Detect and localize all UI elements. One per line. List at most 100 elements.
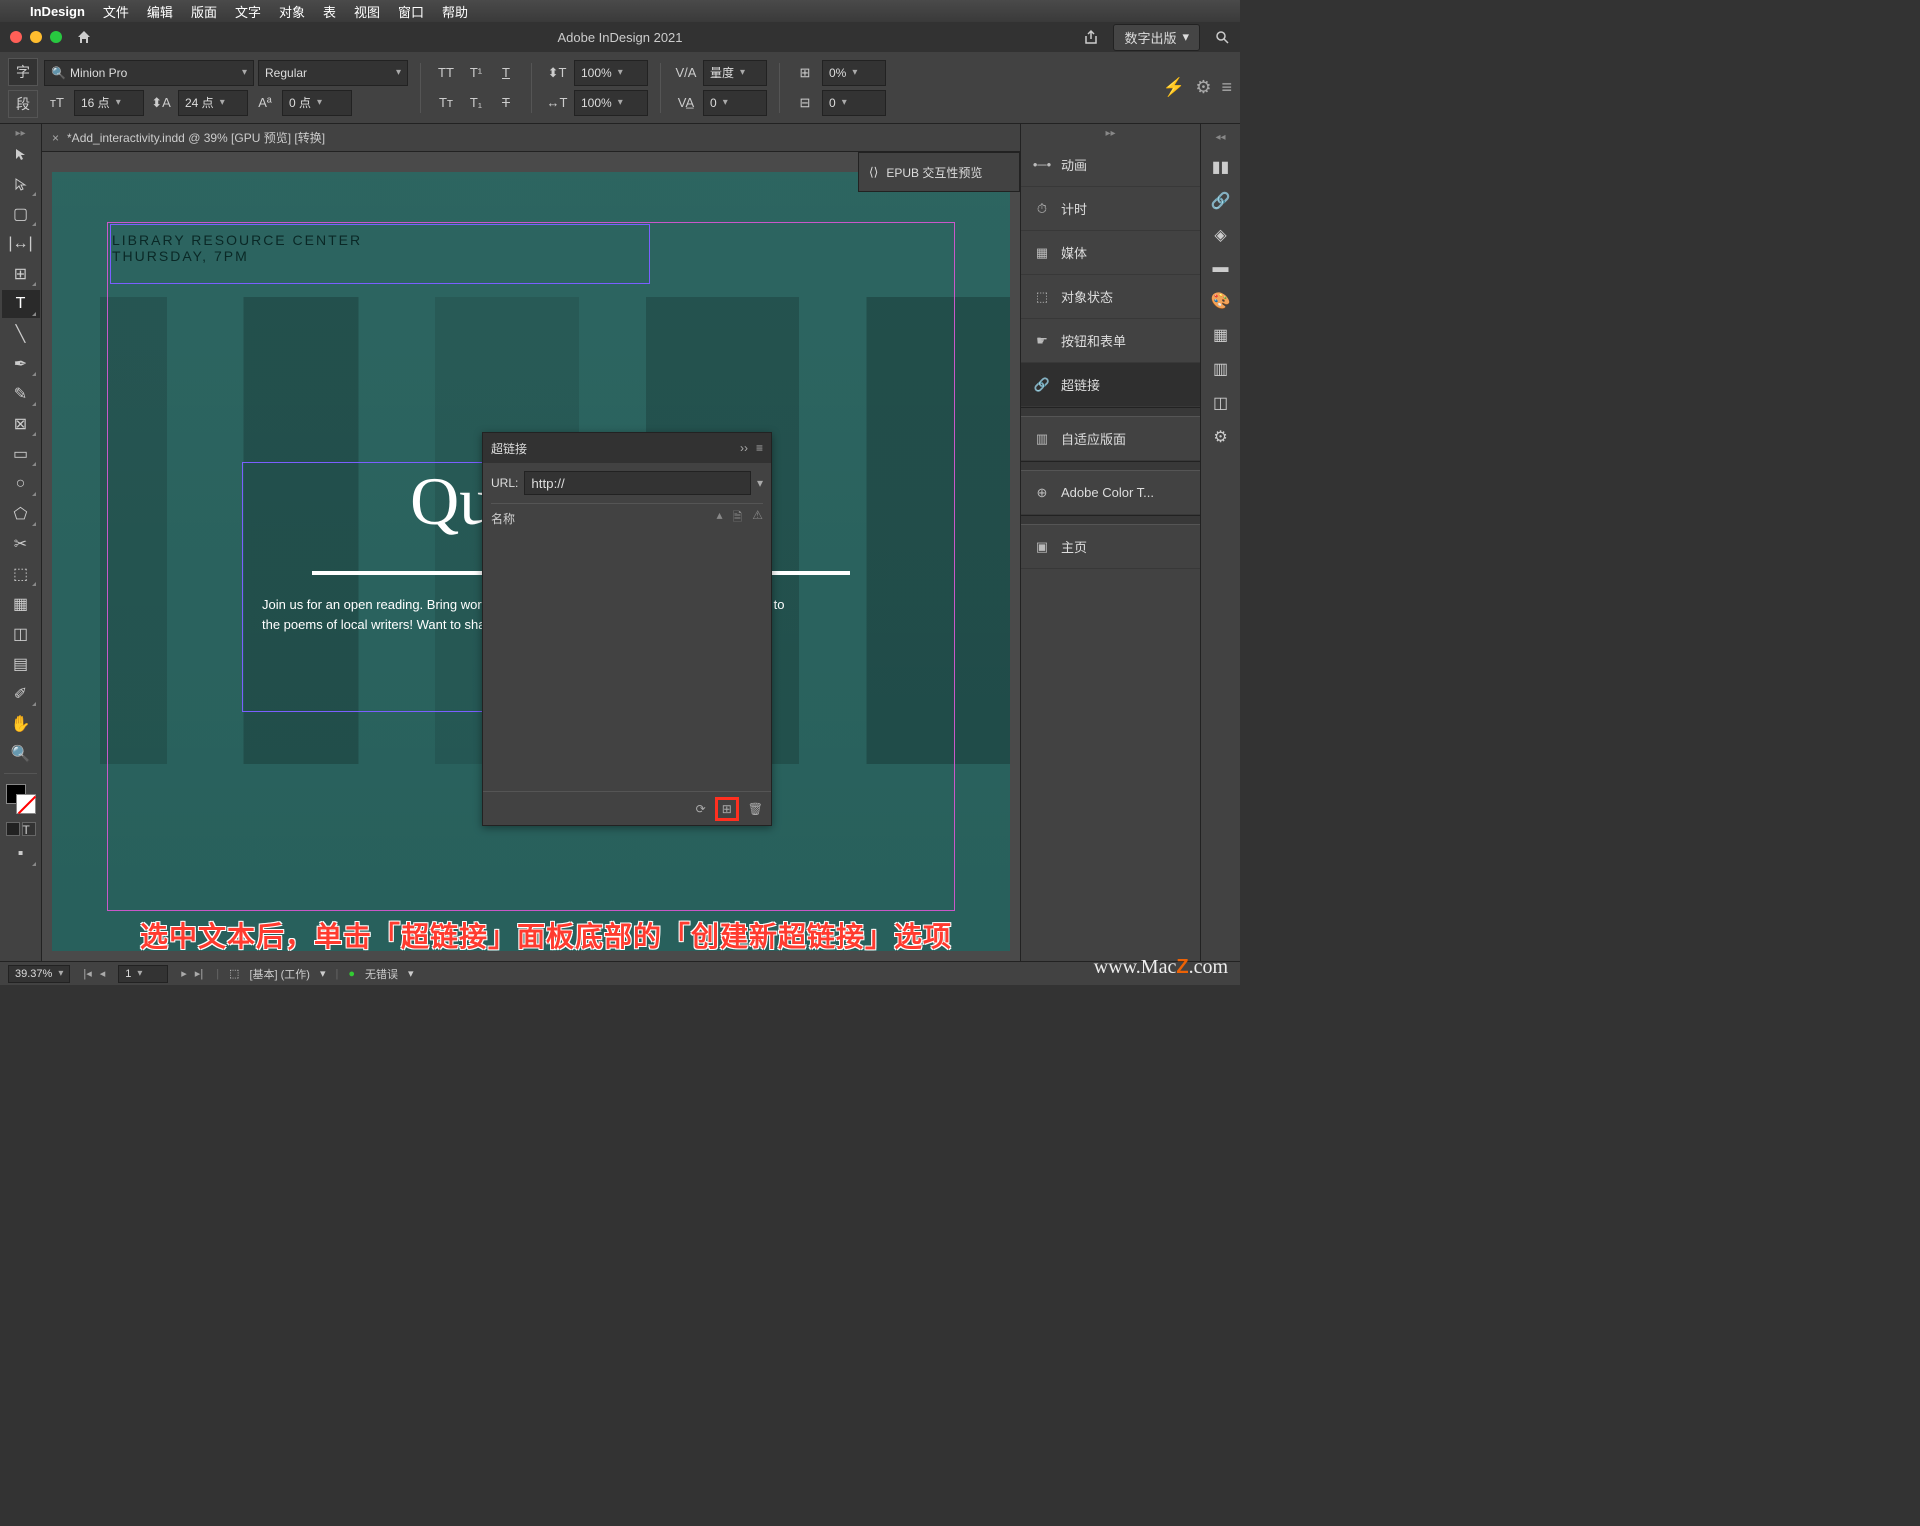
zoom-combo[interactable]: 39.37%▾	[8, 965, 70, 983]
pencil-tool[interactable]: ✎	[2, 380, 40, 408]
panel-hyperlinks[interactable]: 🔗超链接	[1021, 363, 1200, 407]
eyedropper-tool[interactable]: ✐	[2, 680, 40, 708]
tracking-value-combo[interactable]: 0▾	[703, 90, 767, 116]
menu-table[interactable]: 表	[323, 2, 336, 21]
url-dropdown-icon[interactable]: ▾	[757, 476, 763, 490]
swatches-icon[interactable]: ▦	[1213, 325, 1228, 345]
note-tool[interactable]: ▤	[2, 650, 40, 678]
page-tool[interactable]: ▢	[2, 200, 40, 228]
panel-pages[interactable]: ▣主页	[1021, 525, 1200, 569]
panel-menu-icon[interactable]: ≡	[1221, 77, 1232, 98]
close-tab-icon[interactable]: ×	[52, 131, 59, 145]
scissors-tool[interactable]: ✂	[2, 530, 40, 558]
window-close[interactable]	[10, 31, 22, 43]
app-name[interactable]: InDesign	[30, 4, 85, 19]
font-family-combo[interactable]: 🔍 Minion Pro ▾	[44, 60, 254, 86]
header-text-frame[interactable]: LIBRARY RESOURCE CENTER THURSDAY, 7PM	[112, 232, 362, 264]
small-caps-icon[interactable]: Tᴛ	[433, 90, 459, 116]
menu-object[interactable]: 对象	[279, 2, 305, 21]
epub-preview-tab[interactable]: × ⟨⟩ EPUB 交互性预览	[858, 152, 1020, 192]
zoom-tool[interactable]: 🔍	[2, 740, 40, 768]
document-tab[interactable]: × *Add_interactivity.indd @ 39% [GPU 预览]…	[42, 124, 1020, 152]
color-icon[interactable]: 🎨	[1211, 291, 1231, 311]
menu-file[interactable]: 文件	[103, 2, 129, 21]
view-mode-button[interactable]: ▪	[2, 840, 40, 868]
properties-icon[interactable]: ⚙	[1213, 427, 1227, 447]
quick-apply-icon[interactable]: ⚡	[1163, 77, 1185, 98]
layers-icon[interactable]: ◈	[1214, 225, 1226, 245]
pen-tool[interactable]: ✒	[2, 350, 40, 378]
search-icon[interactable]	[1214, 29, 1230, 45]
rectangle-tool[interactable]: ▭	[2, 440, 40, 468]
apply-color-buttons[interactable]: T	[0, 822, 41, 836]
canvas[interactable]: LIBRARY RESOURCE CENTER THURSDAY, 7PM Qu…	[42, 152, 1020, 961]
last-page-button[interactable]: ▸|	[192, 967, 206, 980]
menu-view[interactable]: 视图	[354, 2, 380, 21]
next-page-button[interactable]: ▸	[178, 967, 190, 980]
polygon-tool[interactable]: ⬠	[2, 500, 40, 528]
underline-icon[interactable]: T	[493, 60, 519, 86]
panel-media[interactable]: ▦媒体	[1021, 231, 1200, 275]
stroke-icon[interactable]: ▬	[1213, 259, 1229, 277]
gradient-swatch-tool[interactable]: ▦	[2, 590, 40, 618]
workspace-dropdown[interactable]: 数字出版 ▾	[1113, 24, 1200, 51]
menu-help[interactable]: 帮助	[442, 2, 468, 21]
delete-icon[interactable]: 🗑	[748, 802, 763, 816]
panel-menu-icon[interactable]: ≡	[756, 441, 763, 455]
panel-liquid-layout[interactable]: ▥自适应版面	[1021, 417, 1200, 461]
fill-stroke-swatch[interactable]	[6, 784, 36, 814]
window-maximize[interactable]	[50, 31, 62, 43]
page-combo[interactable]: 1▾	[118, 965, 168, 983]
profile-label[interactable]: [基本] (工作)	[249, 966, 310, 982]
panel-animation[interactable]: •─•动画	[1021, 143, 1200, 187]
rectangle-frame-tool[interactable]: ⊠	[2, 410, 40, 438]
menu-layout[interactable]: 版面	[191, 2, 217, 21]
font-style-combo[interactable]: Regular ▾	[258, 60, 408, 86]
free-transform-tool[interactable]: ⬚	[2, 560, 40, 588]
content-collector-tool[interactable]: ⊞	[2, 260, 40, 288]
vscale-combo[interactable]: 100%▾	[574, 60, 648, 86]
panel-header[interactable]: 超链接 ›› ≡	[483, 433, 771, 463]
hyperlinks-panel[interactable]: 超链接 ›› ≡ URL: ▾ 名称 ▴	[482, 432, 772, 826]
links-icon[interactable]: 🔗	[1211, 191, 1231, 211]
collapse-icon[interactable]: ››	[740, 441, 748, 455]
gradient-feather-tool[interactable]: ◫	[2, 620, 40, 648]
tracking-mode-combo[interactable]: 量度▾	[703, 60, 767, 86]
refresh-icon[interactable]: ⟳	[696, 802, 706, 816]
new-hyperlink-button[interactable]: ⊞	[718, 800, 736, 818]
url-input[interactable]	[524, 471, 751, 495]
home-icon[interactable]	[76, 29, 92, 45]
preflight-status[interactable]: 无错误	[365, 966, 398, 982]
prev-page-button[interactable]: ◂	[97, 967, 109, 980]
character-mode-button[interactable]: 字	[8, 58, 38, 86]
first-page-button[interactable]: |◂	[80, 967, 94, 980]
panel-object-states[interactable]: ⬚对象状态	[1021, 275, 1200, 319]
skew-combo[interactable]: 0▾	[822, 90, 886, 116]
menu-window[interactable]: 窗口	[398, 2, 424, 21]
strikethrough-icon[interactable]: T	[493, 90, 519, 116]
baseline-combo[interactable]: 0%▾	[822, 60, 886, 86]
type-tool[interactable]: T	[2, 290, 40, 318]
superscript-icon[interactable]: T¹	[463, 60, 489, 86]
leading-combo[interactable]: 24 点▾	[178, 90, 248, 116]
cc-libraries-icon[interactable]: ▮▮	[1212, 157, 1230, 177]
panel-timing[interactable]: ⏱计时	[1021, 187, 1200, 231]
share-icon[interactable]	[1083, 29, 1099, 45]
sort-icon[interactable]: ▴	[717, 508, 723, 529]
gradient-icon[interactable]: ▥	[1213, 359, 1228, 379]
hand-tool[interactable]: ✋	[2, 710, 40, 738]
gap-tool[interactable]: |↔|	[2, 230, 40, 258]
kerning-combo[interactable]: 0 点▾	[282, 90, 352, 116]
line-tool[interactable]: ╲	[2, 320, 40, 348]
panel-buttons-forms[interactable]: ☛按钮和表单	[1021, 319, 1200, 363]
window-minimize[interactable]	[30, 31, 42, 43]
menu-edit[interactable]: 编辑	[147, 2, 173, 21]
menu-type[interactable]: 文字	[235, 2, 261, 21]
all-caps-icon[interactable]: TT	[433, 60, 459, 86]
direct-selection-tool[interactable]	[2, 170, 40, 198]
hscale-combo[interactable]: 100%▾	[574, 90, 648, 116]
panel-adobe-color[interactable]: ⊕Adobe Color T...	[1021, 471, 1200, 515]
subscript-icon[interactable]: T₁	[463, 90, 489, 116]
open-in-bridge-icon[interactable]: ⬚	[229, 967, 239, 980]
ellipse-tool[interactable]: ○	[2, 470, 40, 498]
